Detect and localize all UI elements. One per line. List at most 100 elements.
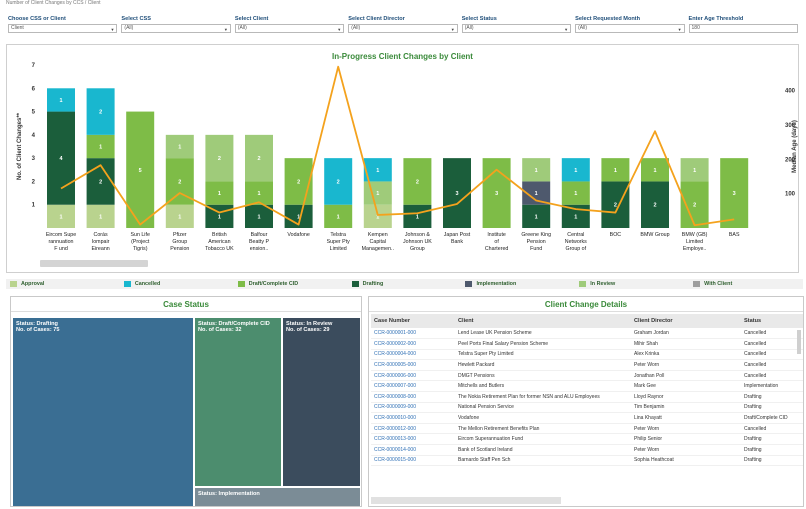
legend-item-in-review[interactable]: In Review bbox=[575, 281, 689, 287]
age-threshold-input[interactable]: 180 bbox=[688, 24, 798, 33]
treemap-tile-implementation[interactable]: Status: Implementation bbox=[195, 488, 360, 506]
y-tick-label: 6 bbox=[32, 86, 36, 92]
css-or-client-dropdown[interactable]: Client ▼ bbox=[8, 24, 118, 33]
case-number-link[interactable]: CCR-0000013-000 bbox=[371, 433, 455, 446]
case-number-link[interactable]: CCR-0000012-000 bbox=[371, 423, 455, 435]
x-tick-label: Sun Life bbox=[130, 232, 149, 238]
status-legend: Approval Cancelled Draft/Complete CID Dr… bbox=[6, 279, 803, 289]
chart-horizontal-scrollbar[interactable] bbox=[40, 260, 148, 267]
x-tick-label: Pension bbox=[527, 239, 546, 245]
filter-css-or-client: Choose CSS or Client Client ▼ bbox=[8, 15, 118, 37]
filter-label: Select CSS bbox=[121, 16, 151, 22]
table-row[interactable]: CCR-0000009-000 National Pension Service T… bbox=[371, 402, 803, 414]
client-director-cell: Mihir Shah bbox=[631, 338, 741, 350]
client-cell: Vodafone bbox=[455, 412, 631, 424]
table-row[interactable]: CCR-0000012-000 The Mellon Retirement Ben… bbox=[371, 423, 803, 435]
x-tick-label: Limited bbox=[686, 239, 703, 245]
case-number-link[interactable]: CCR-0000010-000 bbox=[371, 412, 455, 424]
case-number-link[interactable]: CCR-0000015-000 bbox=[371, 455, 455, 467]
table-header-row: Case Number Client Client Director Statu… bbox=[371, 314, 803, 328]
median-age-line bbox=[60, 65, 735, 227]
case-number-link[interactable]: CCR-0000006-000 bbox=[371, 370, 455, 382]
table-row[interactable]: CCR-0000007-000 Mitchells and Butlers Mark… bbox=[371, 380, 803, 393]
client-director-dropdown[interactable]: (All) ▼ bbox=[348, 24, 458, 33]
status-dropdown[interactable]: (All) ▼ bbox=[461, 24, 572, 33]
legend-item-with-client[interactable]: With Client bbox=[689, 281, 803, 287]
table-row[interactable]: CCR-0000010-000 Vodafone Lina Khayatt Draft… bbox=[371, 412, 803, 424]
tile-status: Status: Implementation bbox=[198, 491, 260, 497]
case-number-link[interactable]: CCR-0000007-000 bbox=[371, 380, 455, 393]
status-cell: Drafting bbox=[741, 402, 803, 414]
table-horizontal-scrollbar[interactable] bbox=[371, 497, 561, 504]
dropdown-value: Client bbox=[11, 25, 24, 31]
column-header-status[interactable]: Status bbox=[741, 314, 803, 328]
case-number-link[interactable]: CCR-0000001-000 bbox=[371, 328, 455, 340]
legend-swatch bbox=[351, 281, 359, 287]
data-label: 1 bbox=[376, 168, 379, 174]
legend-item-cancelled[interactable]: Cancelled bbox=[120, 281, 234, 287]
case-number-link[interactable]: CCR-0000008-000 bbox=[371, 391, 455, 403]
legend-item-approval[interactable]: Approval bbox=[6, 281, 120, 287]
data-label: 2 bbox=[99, 179, 102, 185]
case-number-link[interactable]: CCR-0000009-000 bbox=[371, 402, 455, 414]
data-label: 1 bbox=[257, 191, 260, 197]
column-header-case-number[interactable]: Case Number bbox=[371, 314, 455, 328]
client-dropdown[interactable]: (All) ▼ bbox=[234, 24, 345, 33]
client-director-cell: Lloyd Raynor bbox=[631, 391, 741, 403]
data-label: 2 bbox=[337, 179, 340, 185]
status-cell: Cancelled bbox=[741, 423, 803, 435]
column-header-client-director[interactable]: Client Director bbox=[631, 314, 741, 328]
treemap-tile-drafting[interactable]: Status: Drafting No. of Cases: 75 bbox=[13, 318, 193, 506]
y-tick-label: 3 bbox=[32, 156, 36, 162]
table-row[interactable]: CCR-0000004-000 Telstra Super Pty Limited… bbox=[371, 349, 803, 361]
case-number-link[interactable]: CCR-0000005-000 bbox=[371, 359, 455, 371]
x-tick-label: Beatty P bbox=[249, 239, 269, 245]
x-tick-label: American bbox=[208, 239, 230, 245]
client-director-cell: Alex Krinka bbox=[631, 349, 741, 361]
case-number-link[interactable]: CCR-0000002-000 bbox=[371, 338, 455, 350]
requested-month-dropdown[interactable]: (All) ▼ bbox=[575, 24, 685, 33]
legend-swatch bbox=[465, 281, 473, 287]
table-row[interactable]: CCR-0000008-000 The Nokia Retirement Plan… bbox=[371, 391, 803, 403]
data-label: 1 bbox=[99, 214, 102, 220]
table-row[interactable]: CCR-0000002-000 Peel Ports Final Salary P… bbox=[371, 338, 803, 350]
table-vertical-scrollbar[interactable] bbox=[797, 330, 801, 354]
data-label: 1 bbox=[178, 145, 181, 151]
column-header-client[interactable]: Client bbox=[455, 314, 631, 328]
legend-item-drafting[interactable]: Drafting bbox=[348, 281, 462, 287]
x-tick-label: Group bbox=[410, 246, 425, 252]
x-tick-label: Central bbox=[567, 232, 584, 238]
client-director-cell: Mark Gee bbox=[631, 380, 741, 393]
table-row[interactable]: CCR-0000015-000 Barnardo Staff Pen Sch Sop… bbox=[371, 455, 803, 467]
x-tick-label: BOC bbox=[610, 232, 622, 238]
table-row[interactable]: CCR-0000013-000 Eircom Superannuation Fun… bbox=[371, 433, 803, 446]
css-dropdown[interactable]: (All) ▼ bbox=[121, 24, 231, 33]
treemap-tile-draft-complete-cid[interactable]: Status: Draft/Complete CID No. of Cases:… bbox=[195, 318, 281, 486]
table-row[interactable]: CCR-0000006-000 DMGT Pensions Jonathan Pol… bbox=[371, 370, 803, 382]
client-cell: The Mellon Retirement Benefits Plan bbox=[455, 423, 631, 435]
x-tick-label: rannuation bbox=[48, 239, 73, 245]
case-number-link[interactable]: CCR-0000004-000 bbox=[371, 349, 455, 361]
case-number-link[interactable]: CCR-0000014-000 bbox=[371, 444, 455, 456]
data-label: 2 bbox=[614, 203, 617, 209]
data-label: 1 bbox=[574, 191, 577, 197]
status-cell: Cancelled bbox=[741, 338, 803, 350]
legend-item-implementation[interactable]: Implementation bbox=[461, 281, 575, 287]
table-row[interactable]: CCR-0000001-000 Lend Lease UK Pension Sch… bbox=[371, 328, 803, 340]
client-changes-chart: 1234567100200300400No. of Client Changes… bbox=[17, 63, 798, 252]
client-cell: DMGT Pensions bbox=[455, 370, 631, 382]
case-status-panel: Case Status Status: Drafting No. of Case… bbox=[10, 296, 362, 507]
y-tick-label: 2 bbox=[32, 179, 36, 185]
treemap-tile-in-review[interactable]: Status: In Review No. of Cases: 29 bbox=[283, 318, 360, 486]
status-cell: Cancelled bbox=[741, 359, 803, 371]
dropdown-value: (All) bbox=[237, 25, 247, 31]
data-label: 2 bbox=[178, 179, 181, 185]
x-tick-label: Japan Post bbox=[444, 232, 471, 238]
legend-item-draft-complete-cid[interactable]: Draft/Complete CID bbox=[234, 281, 348, 287]
x-tick-label: Vodafone bbox=[287, 232, 309, 238]
x-tick-label: Johnson UK bbox=[403, 239, 432, 245]
tile-case-count: No. of Cases: 75 bbox=[16, 327, 60, 333]
table-row[interactable]: CCR-0000005-000 Hewlett Packard Peter Worn… bbox=[371, 359, 803, 371]
table-row[interactable]: CCR-0000014-000 Bank of Scotland Ireland P… bbox=[371, 444, 803, 456]
client-director-cell: Graham Jordan bbox=[631, 328, 741, 340]
